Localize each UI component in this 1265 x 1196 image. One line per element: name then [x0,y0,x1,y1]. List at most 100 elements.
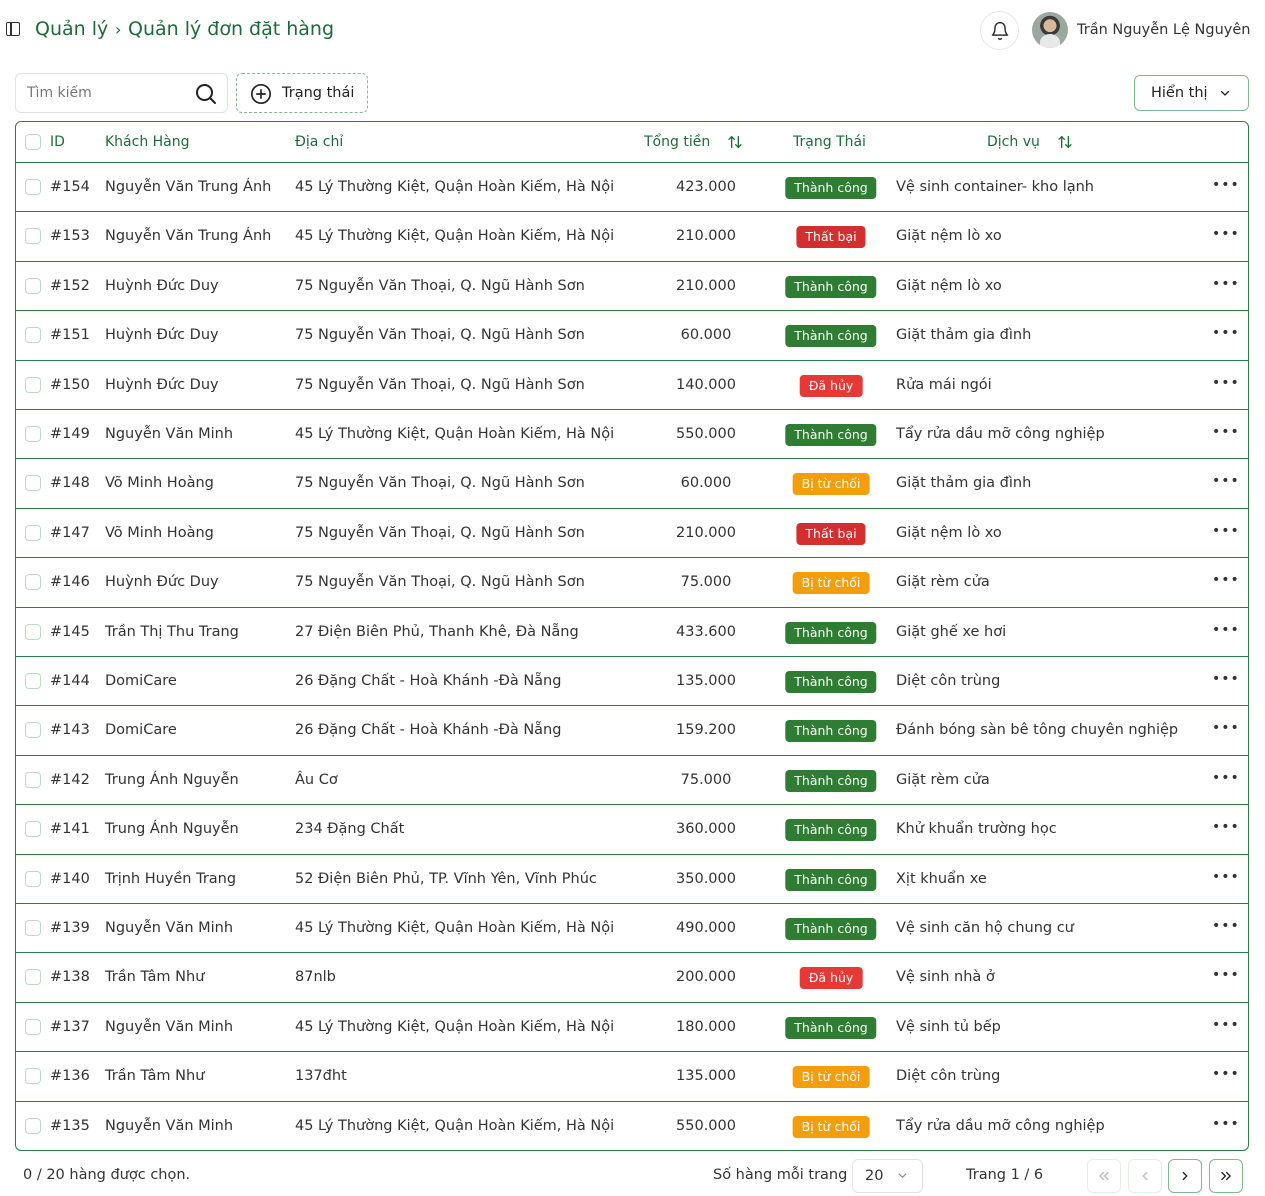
more-actions-icon[interactable]: ••• [1212,770,1239,790]
column-header-id: ID [50,134,65,150]
status-badge: Thành công [785,769,877,792]
row-checkbox[interactable] [25,1117,41,1134]
customer-name: Trần Thị Thu Trang [105,623,239,640]
table-row[interactable]: #153 Nguyễn Văn Trung Ánh 45 Lý Thường Kiệ… [16,212,1248,262]
next-page-button[interactable] [1168,1159,1202,1193]
search-icon[interactable] [194,82,218,106]
more-actions-icon[interactable]: ••• [1212,523,1239,543]
customer-name: Huỳnh Đức Duy [105,574,219,591]
breadcrumb-root[interactable]: Quản lý [35,18,108,40]
more-actions-icon[interactable]: ••• [1212,1066,1239,1086]
row-checkbox[interactable] [25,722,41,739]
more-actions-icon[interactable]: ••• [1212,473,1239,493]
table-row[interactable]: #146 Huỳnh Đức Duy 75 Nguyễn Văn Thoại, Q.… [16,558,1248,608]
total-amount: 360.000 [676,821,736,838]
row-checkbox[interactable] [25,1018,41,1035]
more-actions-icon[interactable]: ••• [1212,622,1239,642]
more-actions-icon[interactable]: ••• [1212,424,1239,444]
selected-rows-info: 0 / 20 hàng được chọn. [23,1167,191,1183]
more-actions-icon[interactable]: ••• [1212,1116,1239,1136]
row-checkbox[interactable] [25,870,41,887]
rows-per-page-select[interactable]: 20 [852,1159,923,1193]
table-row[interactable]: #144 DomiCare 26 Đặng Chất - Hoà Khánh -Đà… [16,657,1248,707]
table-row[interactable]: #147 Võ Minh Hoàng 75 Nguyễn Văn Thoại, Q.… [16,509,1248,559]
more-actions-icon[interactable]: ••• [1212,572,1239,592]
table-row[interactable]: #138 Trần Tâm Như 87nlb 200.000 Đã hủy Vệ sin… [16,953,1248,1003]
row-checkbox[interactable] [25,1068,41,1085]
row-checkbox[interactable] [25,475,41,492]
row-checkbox[interactable] [25,228,41,245]
customer-name: Trung Ánh Nguyễn [105,771,239,788]
sort-icon[interactable] [1057,134,1073,150]
more-actions-icon[interactable]: ••• [1212,177,1239,197]
more-actions-icon[interactable]: ••• [1212,671,1239,691]
row-checkbox[interactable] [25,623,41,640]
column-header-total[interactable]: Tổng tiền [644,134,710,150]
more-actions-icon[interactable]: ••• [1212,226,1239,246]
row-checkbox[interactable] [25,179,41,195]
row-checkbox[interactable] [25,969,41,986]
select-all-checkbox[interactable] [25,134,41,150]
table-row[interactable]: #152 Huỳnh Đức Duy 75 Nguyễn Văn Thoại, Q.… [16,262,1248,312]
row-checkbox[interactable] [25,673,41,689]
address: 75 Nguyễn Văn Thoại, Q. Ngũ Hành Sơn [295,277,585,294]
customer-name: DomiCare [105,722,177,739]
row-checkbox[interactable] [25,327,41,344]
search-input[interactable] [27,83,187,103]
more-actions-icon[interactable]: ••• [1212,967,1239,987]
row-checkbox[interactable] [25,426,41,442]
total-amount: 423.000 [676,179,736,195]
view-options-button[interactable]: Hiển thị [1134,75,1249,111]
status-badge: Thành công [785,720,877,743]
table-row[interactable]: #137 Nguyễn Văn Minh 45 Lý Thường Kiệt, Qu… [16,1003,1248,1053]
row-checkbox[interactable] [25,920,41,936]
table-row[interactable]: #141 Trung Ánh Nguyễn 234 Đặng Chất 360.000… [16,805,1248,855]
more-actions-icon[interactable]: ••• [1212,1017,1239,1037]
table-row[interactable]: #150 Huỳnh Đức Duy 75 Nguyễn Văn Thoại, Q.… [16,361,1248,410]
address: 75 Nguyễn Văn Thoại, Q. Ngũ Hành Sơn [295,376,585,393]
row-checkbox[interactable] [25,574,41,591]
row-checkbox[interactable] [25,376,41,393]
column-header-service[interactable]: Dịch vụ [987,134,1040,150]
table-row[interactable]: #136 Trần Tâm Như 137đht 135.000 Bị từ chối D… [16,1052,1248,1102]
more-actions-icon[interactable]: ••• [1212,720,1239,740]
service-name: Diệt côn trùng [896,1068,1001,1085]
table-row[interactable]: #148 Võ Minh Hoàng 75 Nguyễn Văn Thoại, Q.… [16,459,1248,509]
sidebar-toggle-icon[interactable] [6,22,20,36]
avatar[interactable] [1032,12,1068,48]
notification-button[interactable] [980,11,1019,50]
table-row[interactable]: #140 Trịnh Huyền Trang 52 Điện Biên Phủ, T… [16,855,1248,904]
table-row[interactable]: #139 Nguyễn Văn Minh 45 Lý Thường Kiệt, Qu… [16,904,1248,954]
row-checkbox[interactable] [25,524,41,541]
more-actions-icon[interactable]: ••• [1212,375,1239,395]
table-row[interactable]: #154 Nguyễn Văn Trung Ánh 45 Lý Thường Kiệ… [16,163,1248,213]
table-row[interactable]: #143 DomiCare 26 Đặng Chất - Hoà Khánh -Đà… [16,706,1248,756]
status-filter-button[interactable]: Trạng thái [236,73,368,113]
table-row[interactable]: #135 Nguyễn Văn Minh 45 Lý Thường Kiệt, Qu… [16,1102,1248,1150]
total-amount: 433.600 [676,623,736,640]
table-row[interactable]: #151 Huỳnh Đức Duy 75 Nguyễn Văn Thoại, Q.… [16,311,1248,361]
order-id: #144 [50,673,90,689]
row-checkbox[interactable] [25,277,41,294]
page-header: Quản lý › Quản lý đơn đặt hàng Trần Nguy… [0,0,1265,62]
sort-icon[interactable] [727,134,743,150]
table-row[interactable]: #145 Trần Thị Thu Trang 27 Điện Biên Phủ, … [16,608,1248,657]
more-actions-icon[interactable]: ••• [1212,325,1239,345]
address: 27 Điện Biên Phủ, Thanh Khê, Đà Nẵng [295,623,579,640]
more-actions-icon[interactable]: ••• [1212,918,1239,938]
total-amount: 75.000 [680,771,732,788]
more-actions-icon[interactable]: ••• [1212,819,1239,839]
table-row[interactable]: #142 Trung Ánh Nguyễn Âu Cơ 75.000 Thành côn… [16,756,1248,806]
service-name: Giặt ghế xe hơi [896,623,1007,640]
total-amount: 135.000 [676,673,736,689]
more-actions-icon[interactable]: ••• [1212,869,1239,889]
row-checkbox[interactable] [25,821,41,838]
service-name: Tẩy rửa dầu mỡ công nghiệp [896,1117,1105,1134]
last-page-button[interactable] [1209,1159,1243,1193]
previous-page-button[interactable] [1128,1159,1162,1193]
row-checkbox[interactable] [25,771,41,788]
more-actions-icon[interactable]: ••• [1212,276,1239,296]
table-row[interactable]: #149 Nguyễn Văn Minh 45 Lý Thường Kiệt, Qu… [16,410,1248,460]
first-page-button[interactable] [1087,1159,1121,1193]
user-name[interactable]: Trần Nguyễn Lệ Nguyên [1077,22,1250,38]
